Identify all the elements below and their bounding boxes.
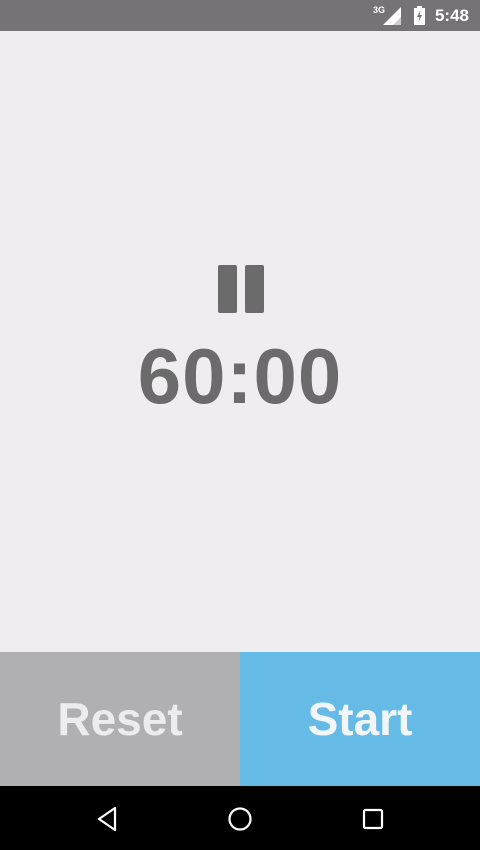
pause-bar-left (218, 265, 237, 313)
battery-icon (413, 6, 425, 25)
start-button[interactable]: Start (240, 652, 480, 786)
status-bar: 3G 5:48 (0, 0, 480, 31)
back-icon[interactable] (82, 801, 132, 837)
status-clock: 5:48 (434, 5, 469, 25)
timer-panel: 60:00 (0, 31, 480, 652)
recents-icon[interactable] (348, 801, 398, 837)
navigation-bar (0, 786, 480, 850)
home-icon[interactable] (215, 801, 265, 837)
pause-icon[interactable] (218, 265, 264, 313)
pause-bar-right (245, 265, 264, 313)
timer-display: 60:00 (137, 332, 343, 420)
reset-button[interactable]: Reset (0, 652, 240, 786)
signal-icon (382, 6, 401, 25)
